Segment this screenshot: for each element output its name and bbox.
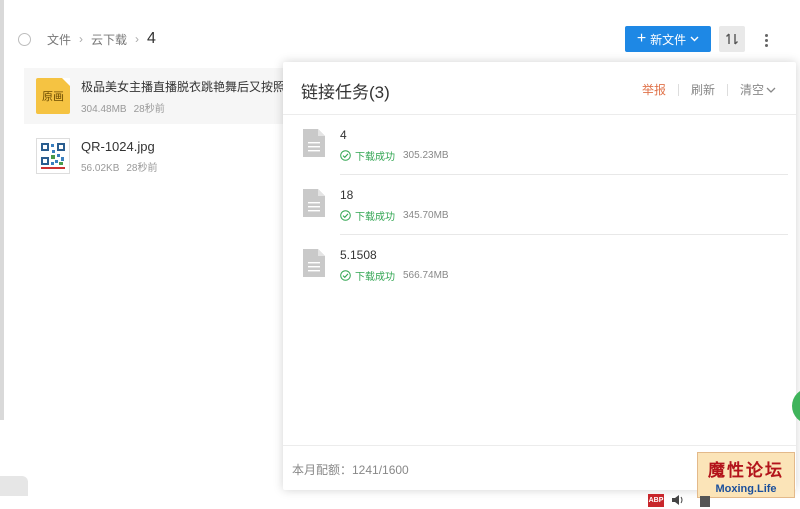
plus-icon: +: [636, 30, 647, 47]
monthly-quota: 本月配额：1241/1600: [292, 463, 409, 477]
file-icon: [303, 189, 325, 217]
breadcrumb-current: 4: [147, 30, 156, 47]
clear-dropdown[interactable]: 清空: [740, 81, 776, 98]
new-file-button[interactable]: + 新文件: [625, 26, 711, 52]
file-size: 304.48MB: [81, 103, 127, 115]
file-row[interactable]: 原画 极品美女主播直播脱衣跳艳舞后又按照 304.48MB 28秒前: [24, 68, 304, 124]
status-text: 下载成功: [355, 212, 395, 223]
watermark-title: 魔性论坛: [708, 461, 784, 481]
volume-icon[interactable]: [671, 494, 687, 507]
report-button[interactable]: 举报: [642, 81, 666, 98]
task-status: 下载成功 345.70MB: [340, 208, 449, 223]
chevron-down-icon: [690, 36, 699, 42]
watermark-url: Moxing.Life: [715, 483, 777, 495]
tray-flag-icon[interactable]: [700, 496, 710, 507]
divider: [726, 83, 728, 96]
speaker-icon: [672, 495, 683, 505]
panel-actions: 举报 刷新 清空: [642, 81, 776, 98]
breadcrumb-item-cloud-download[interactable]: 云下载: [91, 31, 127, 48]
more-options-button[interactable]: [756, 30, 776, 50]
task-name: 4: [340, 128, 347, 142]
task-name: 5.1508: [340, 248, 377, 262]
file-icon: [303, 249, 325, 277]
breadcrumb: 文件 › 云下载 › 4: [18, 28, 156, 50]
thumbnail-label: 原画: [42, 91, 64, 103]
task-status: 下载成功 305.23MB: [340, 148, 449, 163]
chevron-down-icon: [766, 87, 776, 93]
sort-button[interactable]: [719, 26, 745, 52]
more-dot-icon: [764, 43, 768, 47]
refresh-button[interactable]: 刷新: [691, 81, 715, 98]
panel-header: 链接任务(3) 举报 刷新 清空: [283, 62, 796, 115]
task-name: 18: [340, 188, 354, 202]
file-time: 28秒前: [133, 103, 165, 115]
check-circle-icon: [340, 210, 351, 221]
task-item[interactable]: 4 下载成功 305.23MB: [283, 115, 796, 175]
clear-label: 清空: [739, 83, 764, 97]
task-size: 566.74MB: [403, 270, 449, 281]
breadcrumb-separator: ›: [135, 32, 140, 46]
file-list: 原画 极品美女主播直播脱衣跳艳舞后又按照 304.48MB 28秒前 QR-10…: [24, 68, 304, 184]
video-file-thumbnail: 原画: [36, 78, 70, 114]
file-name[interactable]: 极品美女主播直播脱衣跳艳舞后又按照: [81, 78, 285, 95]
sort-icon: [726, 33, 738, 45]
task-item[interactable]: 5.1508 下载成功 566.74MB: [283, 235, 796, 295]
breadcrumb-separator: ›: [79, 32, 84, 46]
adblock-icon[interactable]: ABP: [648, 494, 664, 507]
new-file-label: 新文件: [650, 32, 687, 47]
task-status: 下载成功 566.74MB: [340, 268, 449, 283]
file-icon: [303, 129, 325, 157]
task-size: 305.23MB: [403, 150, 449, 161]
more-dot-icon: [764, 33, 768, 37]
forum-watermark: 魔性论坛 Moxing.Life: [697, 452, 795, 498]
file-name[interactable]: QR-1024.jpg: [81, 139, 158, 154]
left-panel-edge: [0, 0, 4, 420]
file-time: 28秒前: [126, 162, 158, 174]
breadcrumb-item-files[interactable]: 文件: [47, 31, 71, 48]
qr-code-icon: [40, 142, 66, 170]
file-size: 56.02KB: [81, 162, 120, 174]
panel-title: 链接任务(3): [301, 83, 390, 102]
more-dot-icon: [764, 38, 768, 42]
qr-code-thumbnail: [36, 138, 70, 174]
status-text: 下载成功: [355, 152, 395, 163]
task-list: 4 下载成功 305.23MB 18 下载成功 345.70MB 5.1508 …: [283, 115, 796, 295]
link-tasks-panel: 链接任务(3) 举报 刷新 清空 4 下载成功 305.23MB 18 下载成功…: [283, 62, 796, 490]
task-item[interactable]: 18 下载成功 345.70MB: [283, 175, 796, 235]
file-row[interactable]: QR-1024.jpg 56.02KB 28秒前: [24, 128, 304, 184]
divider: [677, 83, 679, 96]
check-circle-icon: [340, 150, 351, 161]
check-circle-icon: [340, 270, 351, 281]
left-panel-tab[interactable]: [0, 476, 28, 496]
select-all-checkbox[interactable]: [18, 32, 31, 46]
status-text: 下载成功: [355, 272, 395, 283]
task-size: 345.70MB: [403, 210, 449, 221]
